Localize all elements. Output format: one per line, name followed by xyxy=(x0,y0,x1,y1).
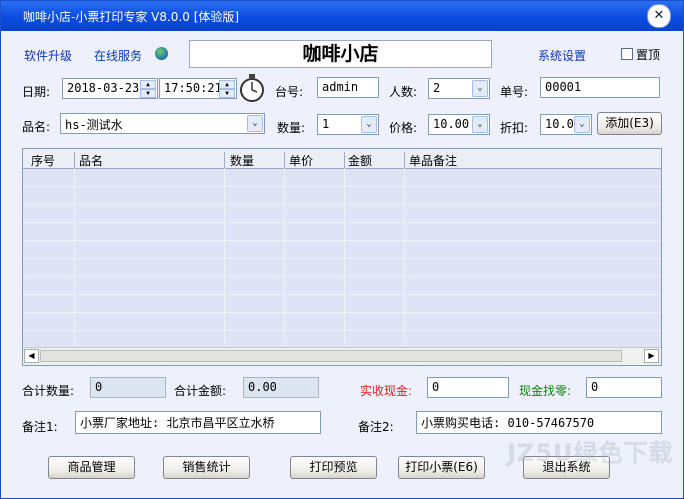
people-dropdown-icon[interactable]: ⌄ xyxy=(472,80,488,97)
people-value: 2 xyxy=(433,81,441,95)
cash-received-field[interactable]: 0 xyxy=(427,377,509,398)
table-label: 台号: xyxy=(275,85,304,99)
discount-dropdown-icon[interactable]: ⌄ xyxy=(574,116,590,133)
date-value: 2018-03-23 xyxy=(67,81,140,95)
pin-label: 置顶 xyxy=(636,48,661,62)
item-label: 品名: xyxy=(22,120,51,134)
item-value: hs-测试水 xyxy=(65,118,123,132)
date-down-icon[interactable]: ▼ xyxy=(140,89,156,98)
price-select[interactable]: 10.00 ⌄ xyxy=(428,114,490,135)
order-grid[interactable]: 序号 品名 数量 单价 金额 单品备注 ◀ ▶ xyxy=(22,148,662,366)
col-note[interactable]: 单品备注 xyxy=(409,152,457,169)
people-select[interactable]: 2 ⌄ xyxy=(428,78,490,99)
close-button[interactable]: ✕ xyxy=(647,4,671,28)
price-dropdown-icon[interactable]: ⌄ xyxy=(472,116,488,133)
table-field[interactable]: admin xyxy=(317,77,379,98)
shop-name-box: 咖啡小店 xyxy=(189,40,492,68)
time-down-icon[interactable]: ▼ xyxy=(219,89,235,98)
note1-field[interactable]: 小票厂家地址: 北京市昌平区立水桥 xyxy=(75,411,321,434)
title-bar: 咖啡小店-小票打印专家 V8.0.0 [体验版] ✕ xyxy=(1,1,683,31)
qty-select[interactable]: 1 ⌄ xyxy=(317,114,379,135)
note2-field[interactable]: 小票购买电话: 010-57467570 xyxy=(416,411,662,434)
col-qty[interactable]: 数量 xyxy=(230,152,254,169)
qty-dropdown-icon[interactable]: ⌄ xyxy=(361,116,377,133)
total-amount-label: 合计金额: xyxy=(174,384,227,398)
total-amount-field: 0.00 xyxy=(243,377,319,398)
online-service-link[interactable]: 在线服务 xyxy=(94,47,142,64)
order-label: 单号: xyxy=(500,85,529,99)
goods-management-button[interactable]: 商品管理 xyxy=(48,456,135,479)
grid-header: 序号 品名 数量 单价 金额 单品备注 xyxy=(23,149,661,170)
qty-label: 数量: xyxy=(277,121,306,135)
item-select[interactable]: hs-测试水 ⌄ xyxy=(60,113,265,134)
exit-button[interactable]: 退出系统 xyxy=(523,456,610,479)
col-name[interactable]: 品名 xyxy=(79,152,103,169)
sales-stats-button[interactable]: 销售统计 xyxy=(163,456,250,479)
upgrade-link[interactable]: 软件升级 xyxy=(24,47,72,64)
change-field[interactable]: 0 xyxy=(586,377,662,398)
scroll-right-icon[interactable]: ▶ xyxy=(644,349,659,363)
note1-label: 备注1: xyxy=(22,420,58,434)
shop-name: 咖啡小店 xyxy=(302,43,379,65)
total-qty-field: 0 xyxy=(90,377,166,398)
system-settings-link[interactable]: 系统设置 xyxy=(538,47,586,64)
col-amount[interactable]: 金额 xyxy=(348,152,372,169)
scroll-thumb[interactable] xyxy=(40,350,622,362)
time-value: 17:50:21 xyxy=(164,81,222,95)
discount-label: 折扣: xyxy=(500,121,529,135)
scroll-left-icon[interactable]: ◀ xyxy=(24,349,39,363)
date-up-icon[interactable]: ▲ xyxy=(140,80,156,89)
people-label: 人数: xyxy=(389,85,418,99)
globe-icon[interactable] xyxy=(155,47,168,60)
horizontal-scrollbar[interactable]: ◀ ▶ xyxy=(23,347,661,365)
print-receipt-button[interactable]: 打印小票(E6) xyxy=(398,456,485,479)
order-field[interactable]: 00001 xyxy=(540,77,660,98)
date-field[interactable]: 2018-03-23 ▲ ▼ xyxy=(62,78,158,99)
col-seq[interactable]: 序号 xyxy=(31,152,55,169)
item-dropdown-icon[interactable]: ⌄ xyxy=(247,115,263,132)
discount-value: 10.0 xyxy=(545,117,574,131)
app-window: 咖啡小店-小票打印专家 V8.0.0 [体验版] ✕ 软件升级 在线服务 咖啡小… xyxy=(0,0,684,499)
total-qty-label: 合计数量: xyxy=(22,384,75,398)
date-label: 日期: xyxy=(22,85,51,99)
change-label: 现金找零: xyxy=(519,384,572,398)
time-up-icon[interactable]: ▲ xyxy=(219,80,235,89)
window-title: 咖啡小店-小票打印专家 V8.0.0 [体验版] xyxy=(23,10,240,24)
price-value: 10.00 xyxy=(433,117,470,131)
pin-checkbox[interactable] xyxy=(621,48,633,60)
col-price[interactable]: 单价 xyxy=(289,152,313,169)
time-field[interactable]: 17:50:21 ▲ ▼ xyxy=(159,78,237,99)
qty-value: 1 xyxy=(322,117,330,131)
discount-select[interactable]: 10.0 ⌄ xyxy=(540,114,592,135)
cash-received-label: 实收现金: xyxy=(360,384,413,398)
print-preview-button[interactable]: 打印预览 xyxy=(290,456,377,479)
stopwatch-icon[interactable] xyxy=(238,73,266,103)
note2-label: 备注2: xyxy=(358,420,394,434)
price-label: 价格: xyxy=(389,121,418,135)
add-button[interactable]: 添加(E3) xyxy=(597,112,662,135)
